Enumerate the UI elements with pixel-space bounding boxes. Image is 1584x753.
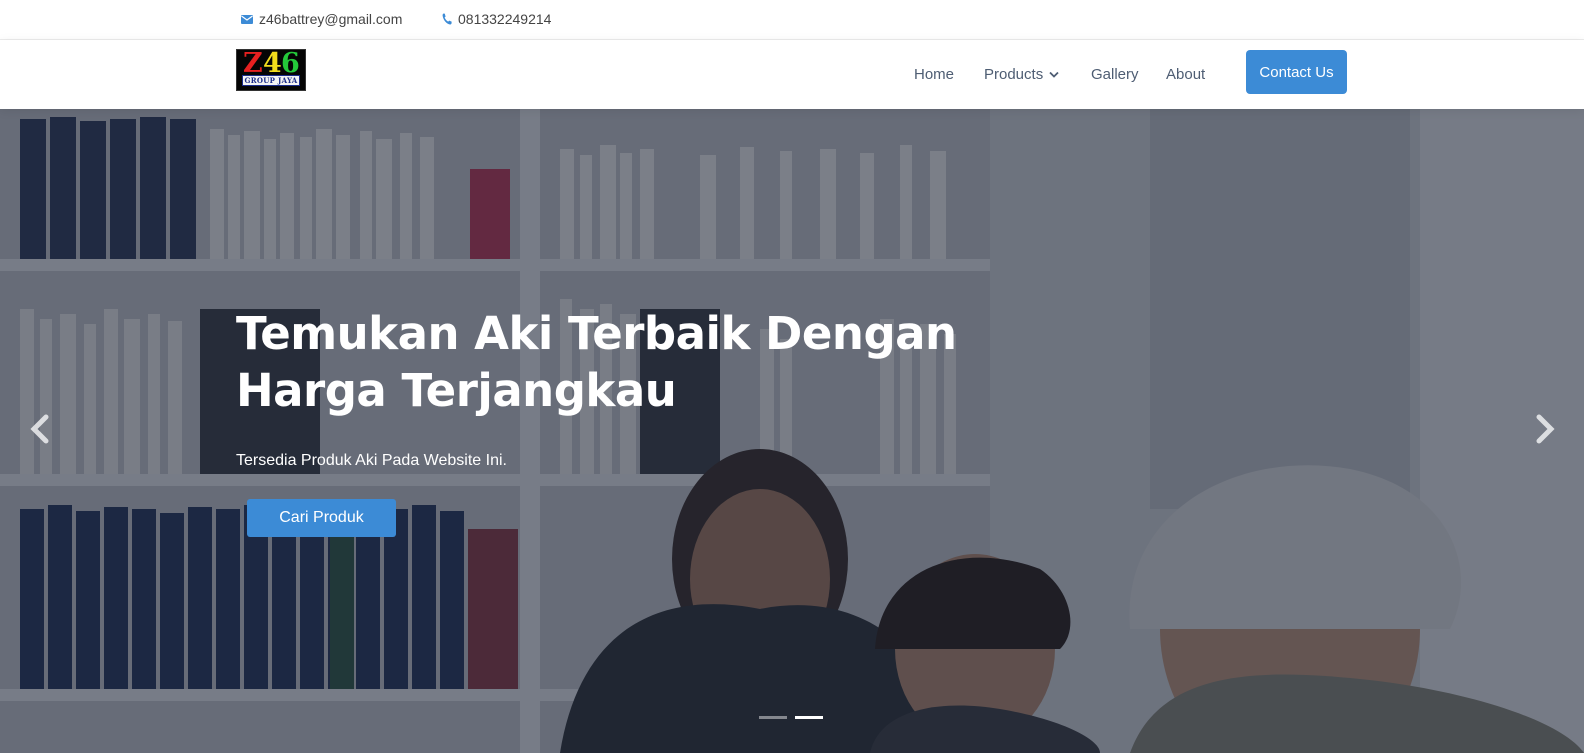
slider-next-button[interactable] [1529, 409, 1559, 449]
top-email[interactable]: z46battrey@gmail.com [241, 11, 402, 27]
cari-produk-button[interactable]: Cari Produk [247, 499, 396, 537]
top-phone-text: 081332249214 [458, 11, 552, 27]
chevron-down-icon [1049, 71, 1059, 78]
slide-indicator-1[interactable] [759, 716, 787, 719]
main-header: Z 4 6 GROUP JAYA Home Products Gallery A… [0, 40, 1584, 109]
nav-products-label: Products [984, 66, 1044, 83]
nav-gallery-label: Gallery [1091, 66, 1139, 83]
nav-home-label: Home [914, 66, 955, 83]
hero-subtitle: Tersedia Produk Aki Pada Website Ini. [236, 452, 507, 469]
phone-icon [442, 13, 452, 25]
slide-indicator-2[interactable] [795, 716, 823, 719]
top-contact-bar: z46battrey@gmail.com 081332249214 [0, 0, 1584, 40]
slider-indicators [759, 716, 823, 719]
contact-us-button[interactable]: Contact Us [1246, 50, 1347, 94]
slider-prev-button[interactable] [26, 409, 56, 449]
hero-title: Temukan Aki Terbaik Dengan Harga Terjang… [236, 307, 957, 417]
chevron-left-icon [30, 414, 49, 444]
hero-slider: Temukan Aki Terbaik Dengan Harga Terjang… [0, 109, 1584, 753]
nav-about[interactable]: About [1166, 40, 1205, 109]
logo-tagline: GROUP JAYA [244, 76, 298, 85]
nav-gallery[interactable]: Gallery [1091, 40, 1139, 109]
nav-home[interactable]: Home [914, 40, 954, 109]
top-email-text: z46battrey@gmail.com [259, 11, 403, 27]
top-phone[interactable]: 081332249214 [442, 11, 551, 27]
nav-products[interactable]: Products [984, 40, 1059, 109]
hero-overlay [0, 109, 1584, 753]
envelope-icon [241, 14, 253, 24]
nav-about-label: About [1166, 66, 1206, 83]
site-logo[interactable]: Z 4 6 GROUP JAYA [236, 49, 306, 91]
chevron-right-icon [1536, 414, 1555, 444]
